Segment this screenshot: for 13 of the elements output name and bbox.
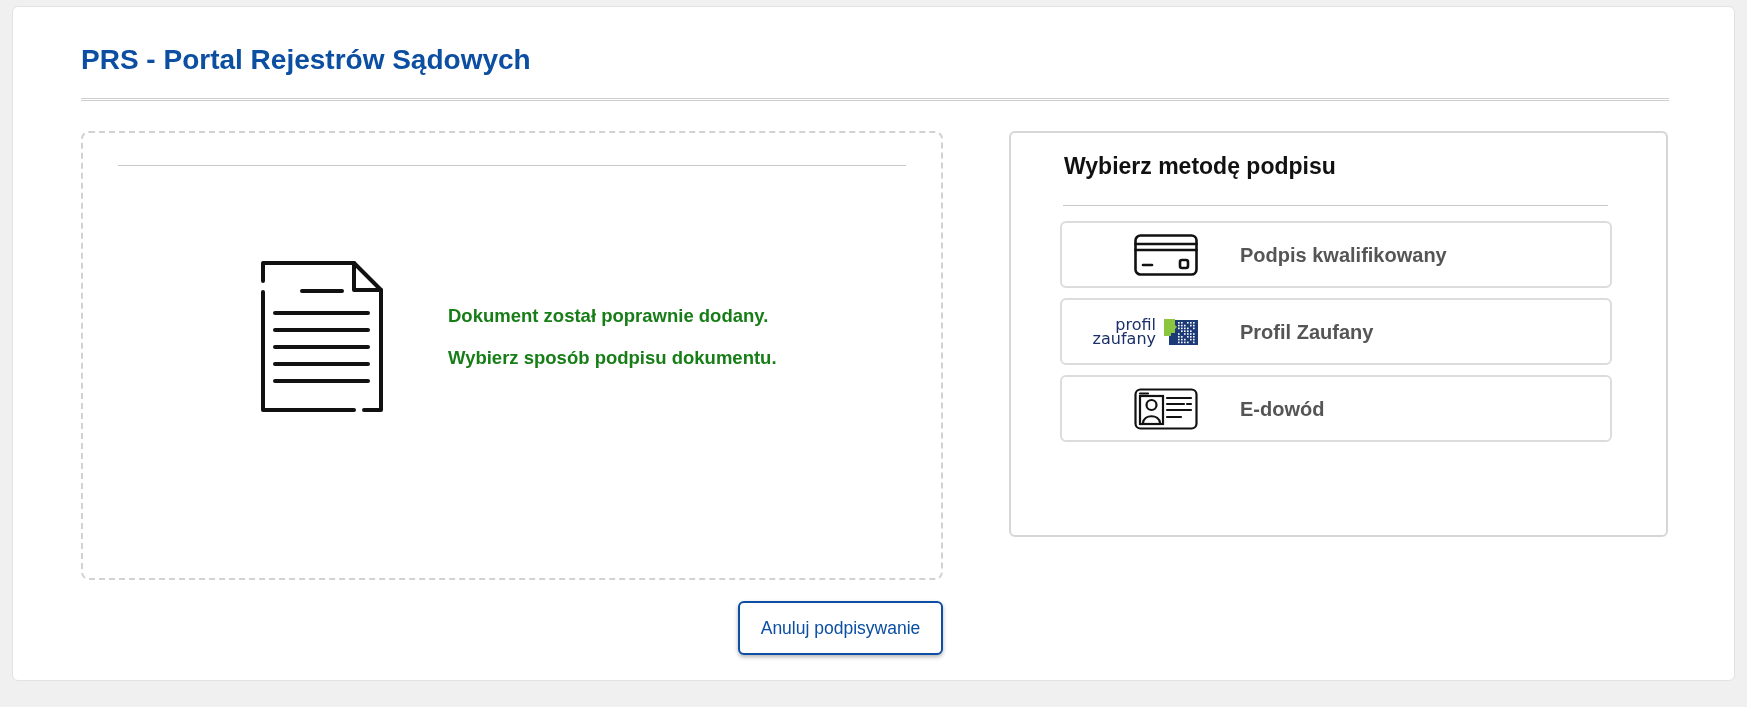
signature-method-button[interactable]: E-dowód: [1060, 375, 1612, 442]
id-card-icon: [1134, 387, 1198, 430]
cancel-signing-button[interactable]: Anuluj podpisywanie: [738, 601, 943, 655]
status-message: Wybierz sposób podpisu dokumentu.: [448, 345, 777, 370]
credit-card-icon: [1134, 233, 1198, 276]
panel-heading: Wybierz metodę podpisu: [1064, 152, 1336, 180]
page-title: PRS - Portal Rejestrów Sądowych: [81, 44, 531, 76]
logo-text: profil zaufany: [1091, 317, 1156, 346]
logo-mark-icon: [1164, 318, 1198, 345]
signature-method-button[interactable]: profil zaufany Profil Zaufany: [1060, 298, 1612, 365]
document-icon: [260, 260, 384, 413]
status-message: Dokument został poprawnie dodany.: [448, 303, 770, 328]
signature-method-button[interactable]: Podpis kwalifikowany: [1060, 221, 1612, 288]
